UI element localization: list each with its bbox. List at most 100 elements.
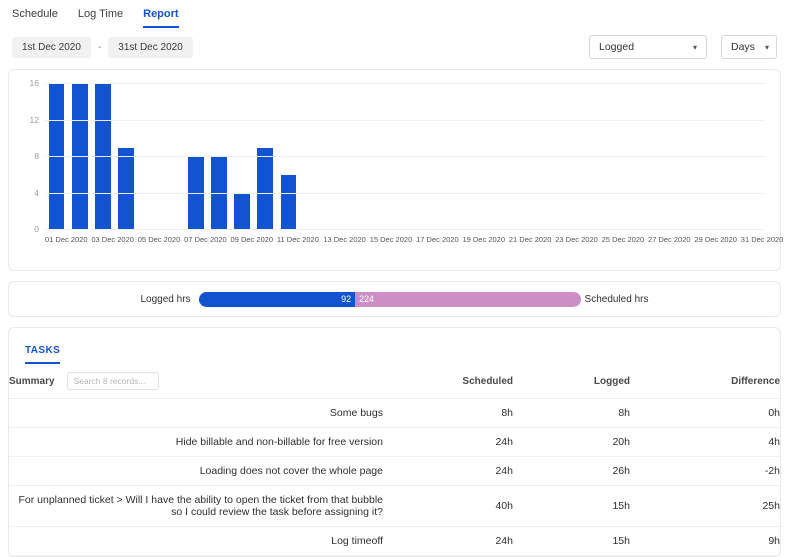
bar-slot [532,84,555,230]
bar-slot [439,84,462,230]
bar-slot [45,84,68,230]
cell-difference: 9h [630,527,780,556]
x-axis-tick-label: 29 Dec 2020 [694,235,737,244]
logged-hrs-label: Logged hrs [141,294,191,305]
cell-summary: Hide billable and non-billable for free … [9,428,383,457]
bar-slot [462,84,485,230]
bar-slot [184,84,207,230]
cell-difference: 0h [630,399,780,428]
tab-report[interactable]: Report [143,8,178,28]
x-axis-labels: 01 Dec 202003 Dec 2020 05 Dec 202007 Dec … [45,235,764,249]
summary-column-header: Summary [9,376,55,387]
granularity-dropdown[interactable]: Days ▾ [721,35,777,59]
cell-scheduled: 24h [383,457,513,486]
tab-log-time[interactable]: Log Time [78,8,123,28]
y-axis-tick-label: 16 [17,78,39,88]
bar-slot [346,84,369,230]
scheduled-segment: 224 [355,292,580,307]
logged-vs-scheduled-panel: Logged hrs 92 224 Scheduled hrs [8,281,781,317]
cell-scheduled: 24h [383,527,513,556]
x-axis-tick-label: 09 Dec 2020 [231,235,274,244]
bar-slot [277,84,300,230]
cell-scheduled: 8h [383,399,513,428]
gridline: 0 [45,229,764,230]
bar-slot [509,84,532,230]
x-axis-tick-label: 03 Dec 2020 [91,235,134,244]
logged-column-header[interactable]: Logged [513,364,630,399]
y-axis-tick-label: 8 [17,151,39,161]
bar-slot [161,84,184,230]
x-axis-tick-label: 01 Dec 2020 [45,235,88,244]
bar-slot [300,84,323,230]
table-row[interactable]: Log timeoff24h15h9h [9,527,780,556]
bar-slot [231,84,254,230]
scheduled-column-header[interactable]: Scheduled [383,364,513,399]
bar [234,194,250,231]
bar-slot [254,84,277,230]
x-axis-tick-label: 13 Dec 2020 [323,235,366,244]
tasks-tbody: Some bugs8h8h0hHide billable and non-bil… [9,399,780,556]
table-row[interactable]: For unplanned ticket > Will I have the a… [9,486,780,527]
date-range-separator: - [98,42,101,53]
search-input[interactable] [67,372,159,390]
x-axis-tick-label: 17 Dec 2020 [416,235,459,244]
filter-row: 1st Dec 2020 - 31st Dec 2020 Logged ▾ Da… [0,28,789,67]
x-axis-tick-label: 31 Dec 2020 [741,235,784,244]
bar-slot [717,84,740,230]
scheduled-value: 224 [359,294,374,304]
y-axis-tick-label: 12 [17,115,39,125]
bar-plot: 0481216 [45,84,764,230]
cell-logged: 8h [513,399,630,428]
x-axis-tick-label: 05 Dec 2020 [138,235,181,244]
tasks-panel: TASKS Summary Scheduled Logged Differenc… [8,327,781,557]
cell-scheduled: 40h [383,486,513,527]
bar-slot [578,84,601,230]
table-row[interactable]: Loading does not cover the whole page24h… [9,457,780,486]
x-axis-tick-label: 07 Dec 2020 [184,235,227,244]
bar-slot [68,84,91,230]
cell-difference: -2h [630,457,780,486]
x-axis-tick-label: 23 Dec 2020 [555,235,598,244]
cell-summary: Log timeoff [9,527,383,556]
cell-summary: Some bugs [9,399,383,428]
logged-segment: 92 [199,292,356,307]
tasks-section-tab[interactable]: TASKS [25,345,60,364]
bar-slot [370,84,393,230]
bar [49,84,65,230]
x-axis-tick-label: 11 Dec 2020 [277,235,319,244]
x-axis-tick-label: 25 Dec 2020 [602,235,645,244]
cell-logged: 20h [513,428,630,457]
bar-slot [625,84,648,230]
metric-dropdown-value: Logged [599,41,634,53]
tab-schedule[interactable]: Schedule [12,8,58,28]
bar [281,175,297,230]
y-axis-tick-label: 4 [17,188,39,198]
chevron-down-icon: ▾ [693,43,697,52]
logged-value: 92 [341,294,351,304]
difference-column-header[interactable]: Difference [630,364,780,399]
bars-layer [45,84,764,230]
bar-slot [416,84,439,230]
table-row[interactable]: Hide billable and non-billable for free … [9,428,780,457]
bar-slot [741,84,764,230]
metric-dropdown[interactable]: Logged ▾ [589,35,707,59]
bar [257,148,273,230]
cell-logged: 26h [513,457,630,486]
date-to-chip[interactable]: 31st Dec 2020 [108,37,193,58]
cell-summary: Loading does not cover the whole page [9,457,383,486]
date-from-chip[interactable]: 1st Dec 2020 [12,37,91,58]
gridline: 8 [45,156,764,157]
bar-slot [115,84,138,230]
bar [211,157,227,230]
bar-slot [138,84,161,230]
bar-slot [91,84,114,230]
cell-scheduled: 24h [383,428,513,457]
bar-slot [486,84,509,230]
y-axis-tick-label: 0 [17,224,39,234]
x-axis-tick-label: 27 Dec 2020 [648,235,691,244]
table-row[interactable]: Some bugs8h8h0h [9,399,780,428]
bar-slot [393,84,416,230]
gridline: 16 [45,83,764,84]
x-axis-tick-label: 21 Dec 2020 [509,235,552,244]
gridline: 12 [45,120,764,121]
